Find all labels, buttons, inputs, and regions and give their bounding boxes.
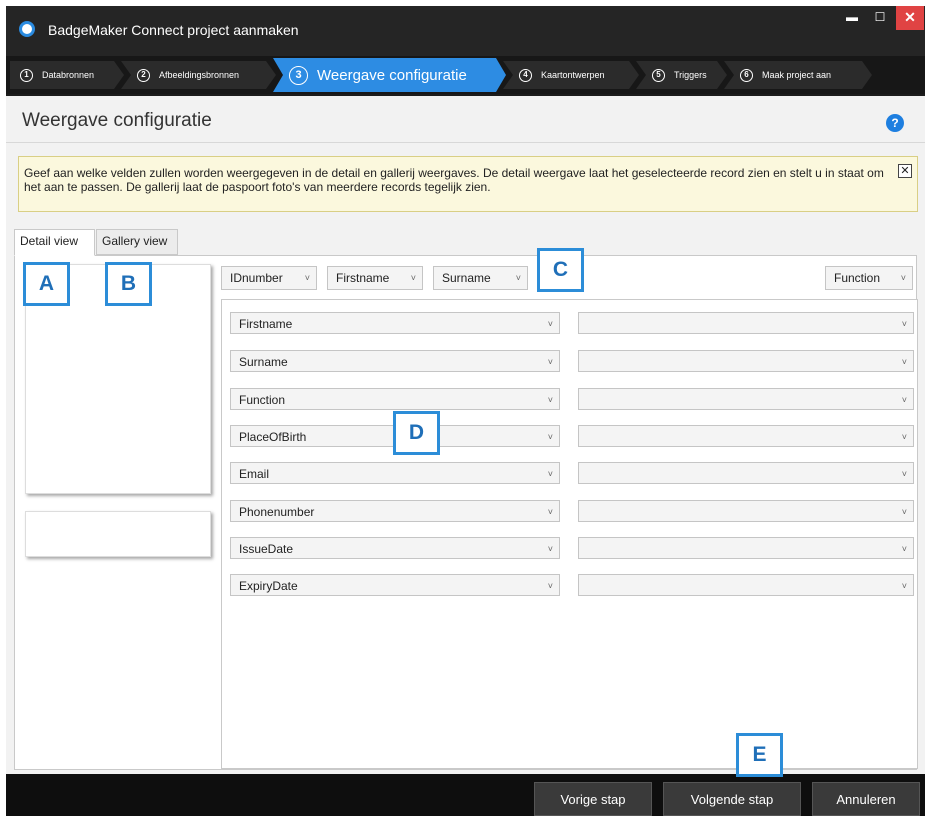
select-value: Surname [442, 271, 491, 285]
step-databronnen[interactable]: 1 Databronnen [10, 61, 124, 89]
chevron-down-icon: ˅ [410, 273, 416, 283]
field-row-left-select[interactable]: ExpiryDate ˅ [230, 574, 560, 596]
close-icon[interactable]: ✕ [898, 164, 912, 178]
step-number-icon: 4 [519, 69, 532, 82]
header-field-3-select[interactable]: Surname ˅ [433, 266, 528, 290]
field-row-right-select[interactable]: ˅ [578, 537, 914, 559]
field-row-right-select[interactable]: ˅ [578, 462, 914, 484]
info-banner: Geef aan welke velden zullen worden weer… [18, 156, 918, 212]
close-window-button[interactable]: ✕ [896, 6, 924, 30]
select-value: Function [834, 271, 881, 285]
page-title: Weergave configuratie [22, 110, 212, 131]
chevron-down-icon: ˅ [901, 507, 907, 517]
step-label: Databronnen [42, 70, 95, 80]
chevron-down-icon: ˅ [515, 273, 521, 283]
select-value: IssueDate [239, 542, 294, 556]
step-label: Afbeeldingsbronnen [159, 70, 240, 80]
chevron-down-icon: ˅ [901, 469, 907, 479]
minimize-button[interactable]: ▬ [838, 6, 866, 30]
field-row-right-select[interactable]: ˅ [578, 312, 914, 334]
select-value: Firstname [336, 271, 390, 285]
field-row-right-select[interactable]: ˅ [578, 574, 914, 596]
footer-bar: Vorige stap Volgende stap Annuleren [6, 774, 925, 816]
header-field-2-select[interactable]: Firstname ˅ [327, 266, 423, 290]
select-value: ExpiryDate [239, 579, 298, 593]
select-value: Email [239, 467, 270, 481]
field-row-right-select[interactable]: ˅ [578, 350, 914, 372]
select-value: Phonenumber [239, 505, 315, 519]
chevron-down-icon: ˅ [547, 581, 553, 591]
field-row-right-select[interactable]: ˅ [578, 425, 914, 447]
step-label: Triggers [674, 70, 707, 80]
step-triggers[interactable]: 5 Triggers [636, 61, 727, 89]
chevron-down-icon: ˅ [901, 357, 907, 367]
chevron-down-icon: ˅ [901, 581, 907, 591]
app-logo-icon [19, 21, 35, 37]
help-icon[interactable]: ? [886, 114, 904, 132]
step-label: Weergave configuratie [317, 66, 467, 84]
field-row-left-select[interactable]: Function ˅ [230, 388, 560, 410]
callout-d: D [393, 411, 440, 455]
chevron-down-icon: ˅ [547, 357, 553, 367]
step-label: Kaartontwerpen [541, 70, 605, 80]
chevron-down-icon: ˅ [304, 273, 310, 283]
chevron-down-icon: ˅ [547, 469, 553, 479]
tab-detail-view[interactable]: Detail view [14, 229, 95, 256]
field-mapping-panel: Firstname ˅ ˅ Surname ˅ ˅ Function ˅ ˅ Plac… [221, 299, 918, 769]
chevron-down-icon: ˅ [901, 395, 907, 405]
previous-step-button[interactable]: Vorige stap [534, 782, 652, 816]
select-value: IDnumber [230, 271, 283, 285]
detail-view-panel: IDnumber ˅ Firstname ˅ Surname ˅ Function ˅ … [14, 255, 918, 770]
header-field-right-select[interactable]: Function ˅ [825, 266, 913, 290]
chevron-down-icon: ˅ [547, 507, 553, 517]
select-value: Function [239, 393, 286, 407]
info-text: Geef aan welke velden zullen worden weer… [24, 166, 884, 194]
step-number-icon: 6 [740, 69, 753, 82]
window-title: BadgeMaker Connect project aanmaken [48, 22, 299, 38]
step-afbeeldingsbronnen[interactable]: 2 Afbeeldingsbronnen [121, 61, 276, 89]
chevron-down-icon: ˅ [901, 432, 907, 442]
chevron-down-icon: ˅ [901, 544, 907, 554]
field-row-right-select[interactable]: ˅ [578, 388, 914, 410]
select-value: Firstname [239, 317, 293, 331]
select-value: PlaceOfBirth [239, 430, 307, 444]
callout-b: B [105, 262, 152, 306]
main-content: Weergave configuratie ? Geef aan welke v… [6, 96, 925, 774]
chevron-down-icon: ˅ [547, 319, 553, 329]
field-row-right-select[interactable]: ˅ [578, 500, 914, 522]
app-window: BadgeMaker Connect project aanmaken ▬ ☐ … [6, 6, 925, 816]
step-kaartontwerpen[interactable]: 4 Kaartontwerpen [503, 61, 639, 89]
wizard-steps: 1 Databronnen 2 Afbeeldingsbronnen 3 Wee… [6, 56, 925, 94]
chevron-down-icon: ˅ [547, 544, 553, 554]
gallery-preview-card [25, 511, 211, 557]
callout-a: A [23, 262, 70, 306]
tab-gallery-view[interactable]: Gallery view [96, 229, 178, 255]
field-row-left-select[interactable]: Email ˅ [230, 462, 560, 484]
field-row-left-select[interactable]: IssueDate ˅ [230, 537, 560, 559]
step-maak-project-aan[interactable]: 6 Maak project aan [724, 61, 872, 89]
chevron-down-icon: ˅ [547, 432, 553, 442]
next-step-button[interactable]: Volgende stap [663, 782, 801, 816]
chevron-down-icon: ˅ [900, 273, 906, 283]
step-weergave-configuratie[interactable]: 3 Weergave configuratie [273, 58, 506, 92]
step-label: Maak project aan [762, 70, 832, 80]
chevron-down-icon: ˅ [547, 395, 553, 405]
cancel-button[interactable]: Annuleren [812, 782, 920, 816]
field-row-left-select[interactable]: Surname ˅ [230, 350, 560, 372]
header-field-1-select[interactable]: IDnumber ˅ [221, 266, 317, 290]
step-number-icon: 5 [652, 69, 665, 82]
step-number-icon: 2 [137, 69, 150, 82]
divider [6, 142, 925, 143]
callout-e: E [736, 733, 783, 777]
select-value: Surname [239, 355, 288, 369]
field-row-left-select[interactable]: Firstname ˅ [230, 312, 560, 334]
maximize-button[interactable]: ☐ [866, 6, 894, 30]
title-bar: BadgeMaker Connect project aanmaken ▬ ☐ … [6, 6, 925, 56]
field-row-left-select[interactable]: Phonenumber ˅ [230, 500, 560, 522]
chevron-down-icon: ˅ [901, 319, 907, 329]
step-number-icon: 3 [289, 66, 308, 85]
step-number-icon: 1 [20, 69, 33, 82]
callout-c: C [537, 248, 584, 292]
